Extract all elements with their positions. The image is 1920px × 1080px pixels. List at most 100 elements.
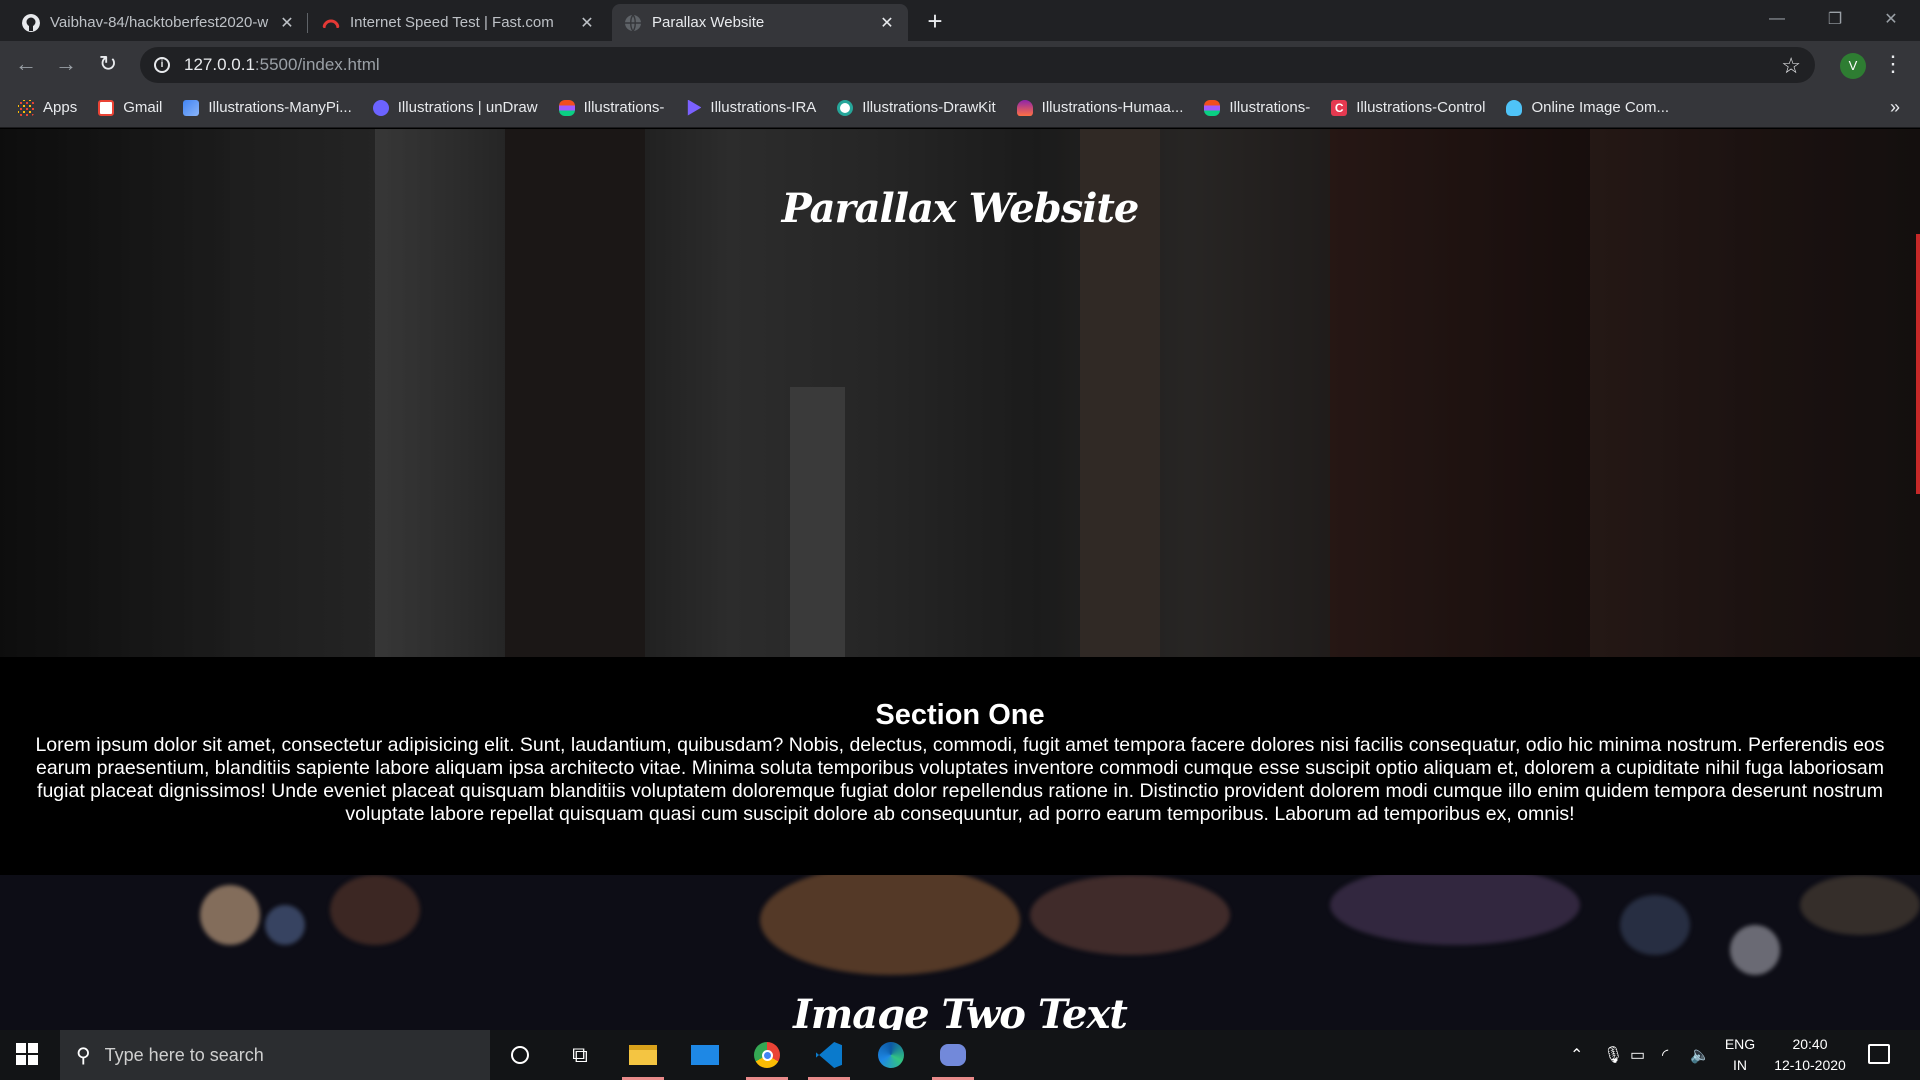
volume-icon[interactable]: 🔈 — [1690, 1030, 1710, 1080]
tab-title: Vaibhav-84/hacktoberfest2020-w — [50, 14, 269, 31]
section-one: Section One Lorem ipsum dolor sit amet, … — [0, 657, 1920, 875]
bookmark-ira[interactable]: Illustrations-IRA — [685, 99, 816, 116]
cortana-icon[interactable] — [495, 1030, 545, 1080]
bookmark-label: Illustrations-Control — [1356, 99, 1486, 116]
humaaans-icon — [1016, 99, 1033, 116]
bookmark-label: Gmail — [123, 99, 163, 116]
tab-strip: Vaibhav-84/hacktoberfest2020-w ✕ Interne… — [0, 0, 1920, 41]
bookmark-label: Illustrations-ManyPi... — [208, 99, 352, 116]
manypixels-icon — [183, 99, 200, 116]
mail-icon[interactable] — [680, 1030, 730, 1080]
search-icon: ⚲ — [76, 1044, 91, 1067]
bokeh-light — [1030, 875, 1230, 955]
notification-center-icon[interactable] — [1868, 1044, 1890, 1064]
bokeh-light — [265, 905, 305, 945]
bokeh-light — [760, 875, 1020, 975]
bokeh-light — [1800, 875, 1920, 935]
kebab-menu-icon[interactable]: ⋮ — [1882, 51, 1904, 77]
scrollbar-thumb[interactable] — [1916, 234, 1920, 494]
bookmark-star-icon[interactable]: ☆ — [1781, 53, 1801, 79]
bookmark-illustrations-figma-2[interactable]: Illustrations- — [1204, 99, 1310, 116]
tab-divider — [307, 13, 308, 33]
bookmark-label: Illustrations- — [583, 99, 665, 116]
close-icon[interactable]: ✕ — [578, 13, 596, 33]
bokeh-light — [1730, 925, 1780, 975]
restore-icon[interactable]: ❐ — [1806, 0, 1864, 38]
hero-title: Parallax Website — [781, 185, 1140, 232]
undraw-icon — [372, 99, 389, 116]
browser-toolbar: ← → ↻ i 127.0.0.1:5500/index.html ☆ V ⋮ — [0, 41, 1920, 88]
bookmark-apps[interactable]: Apps — [18, 99, 77, 116]
minimize-icon[interactable]: — — [1748, 0, 1806, 38]
input-language[interactable]: ENG IN — [1722, 1034, 1758, 1076]
taskbar-search-box[interactable]: ⚲ Type here to search — [60, 1030, 490, 1080]
browser-window: Vaibhav-84/hacktoberfest2020-w ✕ Interne… — [0, 0, 1920, 1080]
github-icon — [22, 13, 40, 32]
bookmark-label: Apps — [43, 99, 78, 116]
bokeh-light — [330, 875, 420, 945]
bookmarks-bar: Apps Gmail Illustrations-ManyPi... Illus… — [0, 88, 1920, 128]
info-icon[interactable]: i — [154, 57, 170, 73]
url-text[interactable]: 127.0.0.1:5500/index.html — [184, 55, 380, 75]
region-code: IN — [1733, 1057, 1747, 1073]
edge-icon[interactable] — [866, 1030, 916, 1080]
bookmark-label: Illustrations-IRA — [710, 99, 817, 116]
bookmark-label: Illustrations-DrawKit — [862, 99, 996, 116]
drawkit-icon — [837, 99, 854, 116]
bookmark-humaaans[interactable]: Illustrations-Humaa... — [1016, 99, 1183, 116]
url-host: 127.0.0.1 — [184, 55, 255, 74]
page-viewport[interactable]: Parallax Website Section One Lorem ipsum… — [0, 129, 1920, 1030]
tab-github[interactable]: Vaibhav-84/hacktoberfest2020-w ✕ — [10, 4, 308, 41]
bookmark-label: Online Image Com... — [1531, 99, 1670, 116]
back-icon[interactable]: ← — [12, 51, 40, 79]
tab-fast[interactable]: Internet Speed Test | Fast.com ✕ — [310, 4, 608, 41]
url-path: :5500/index.html — [254, 55, 380, 74]
bookmark-image-compressor[interactable]: Online Image Com... — [1506, 99, 1669, 116]
hero-city-image: Parallax Website — [0, 129, 1920, 657]
tab-parallax[interactable]: Parallax Website ✕ — [612, 4, 908, 41]
bokeh-light — [1620, 895, 1690, 955]
bookmark-undraw[interactable]: Illustrations | unDraw — [372, 99, 538, 116]
address-bar[interactable]: i 127.0.0.1:5500/index.html ☆ — [140, 47, 1815, 83]
tab-title: Internet Speed Test | Fast.com — [350, 14, 554, 31]
figma-icon — [558, 99, 575, 116]
avatar[interactable]: V — [1840, 53, 1866, 79]
show-hidden-icons-icon[interactable]: ⌃ — [1570, 1030, 1583, 1080]
bookmark-manypixels[interactable]: Illustrations-ManyPi... — [183, 99, 352, 116]
battery-icon[interactable]: ▭ — [1630, 1030, 1645, 1080]
bookmark-drawkit[interactable]: Illustrations-DrawKit — [837, 99, 996, 116]
bookmark-illustrations-figma-1[interactable]: Illustrations- — [558, 99, 665, 116]
close-window-icon[interactable]: ✕ — [1862, 0, 1920, 38]
windows-taskbar: ⚲ Type here to search ⧉ ⌃ 🎙 ▭ ◜ 🔈 ENG IN… — [0, 1030, 1920, 1080]
section-body: Lorem ipsum dolor sit amet, consectetur … — [35, 734, 1885, 825]
microphone-icon[interactable]: 🎙 — [1603, 1030, 1623, 1080]
file-explorer-icon[interactable] — [618, 1030, 668, 1080]
new-tab-button[interactable]: + — [922, 8, 948, 35]
close-icon[interactable]: ✕ — [278, 13, 296, 33]
bookmark-control[interactable]: C Illustrations-Control — [1331, 99, 1485, 116]
reload-icon[interactable]: ↻ — [94, 51, 122, 79]
apps-icon — [18, 99, 34, 116]
image-compress-icon — [1506, 99, 1523, 116]
search-placeholder: Type here to search — [104, 1044, 264, 1065]
bokeh-light — [200, 885, 260, 945]
globe-icon — [625, 14, 641, 31]
bookmarks-overflow-icon[interactable]: » — [1890, 97, 1900, 118]
vscode-icon[interactable] — [804, 1030, 854, 1080]
ira-icon — [687, 99, 702, 116]
windows-start-icon[interactable] — [16, 1043, 38, 1065]
clock-date: 12-10-2020 — [1774, 1057, 1846, 1073]
discord-icon[interactable] — [928, 1030, 978, 1080]
figma-icon — [1204, 99, 1221, 116]
chrome-icon[interactable] — [742, 1030, 792, 1080]
bookmark-gmail[interactable]: Gmail — [98, 99, 162, 116]
language-code: ENG — [1724, 1036, 1756, 1052]
gmail-icon — [98, 99, 115, 116]
task-view-icon[interactable]: ⧉ — [555, 1030, 605, 1080]
taskbar-clock[interactable]: 20:40 12-10-2020 — [1765, 1034, 1855, 1076]
forward-icon[interactable]: → — [52, 51, 80, 79]
bokeh-light — [1330, 875, 1580, 945]
close-icon[interactable]: ✕ — [878, 13, 896, 33]
wifi-icon[interactable]: ◜ — [1662, 1030, 1668, 1080]
bookmark-label: Illustrations- — [1229, 99, 1311, 116]
